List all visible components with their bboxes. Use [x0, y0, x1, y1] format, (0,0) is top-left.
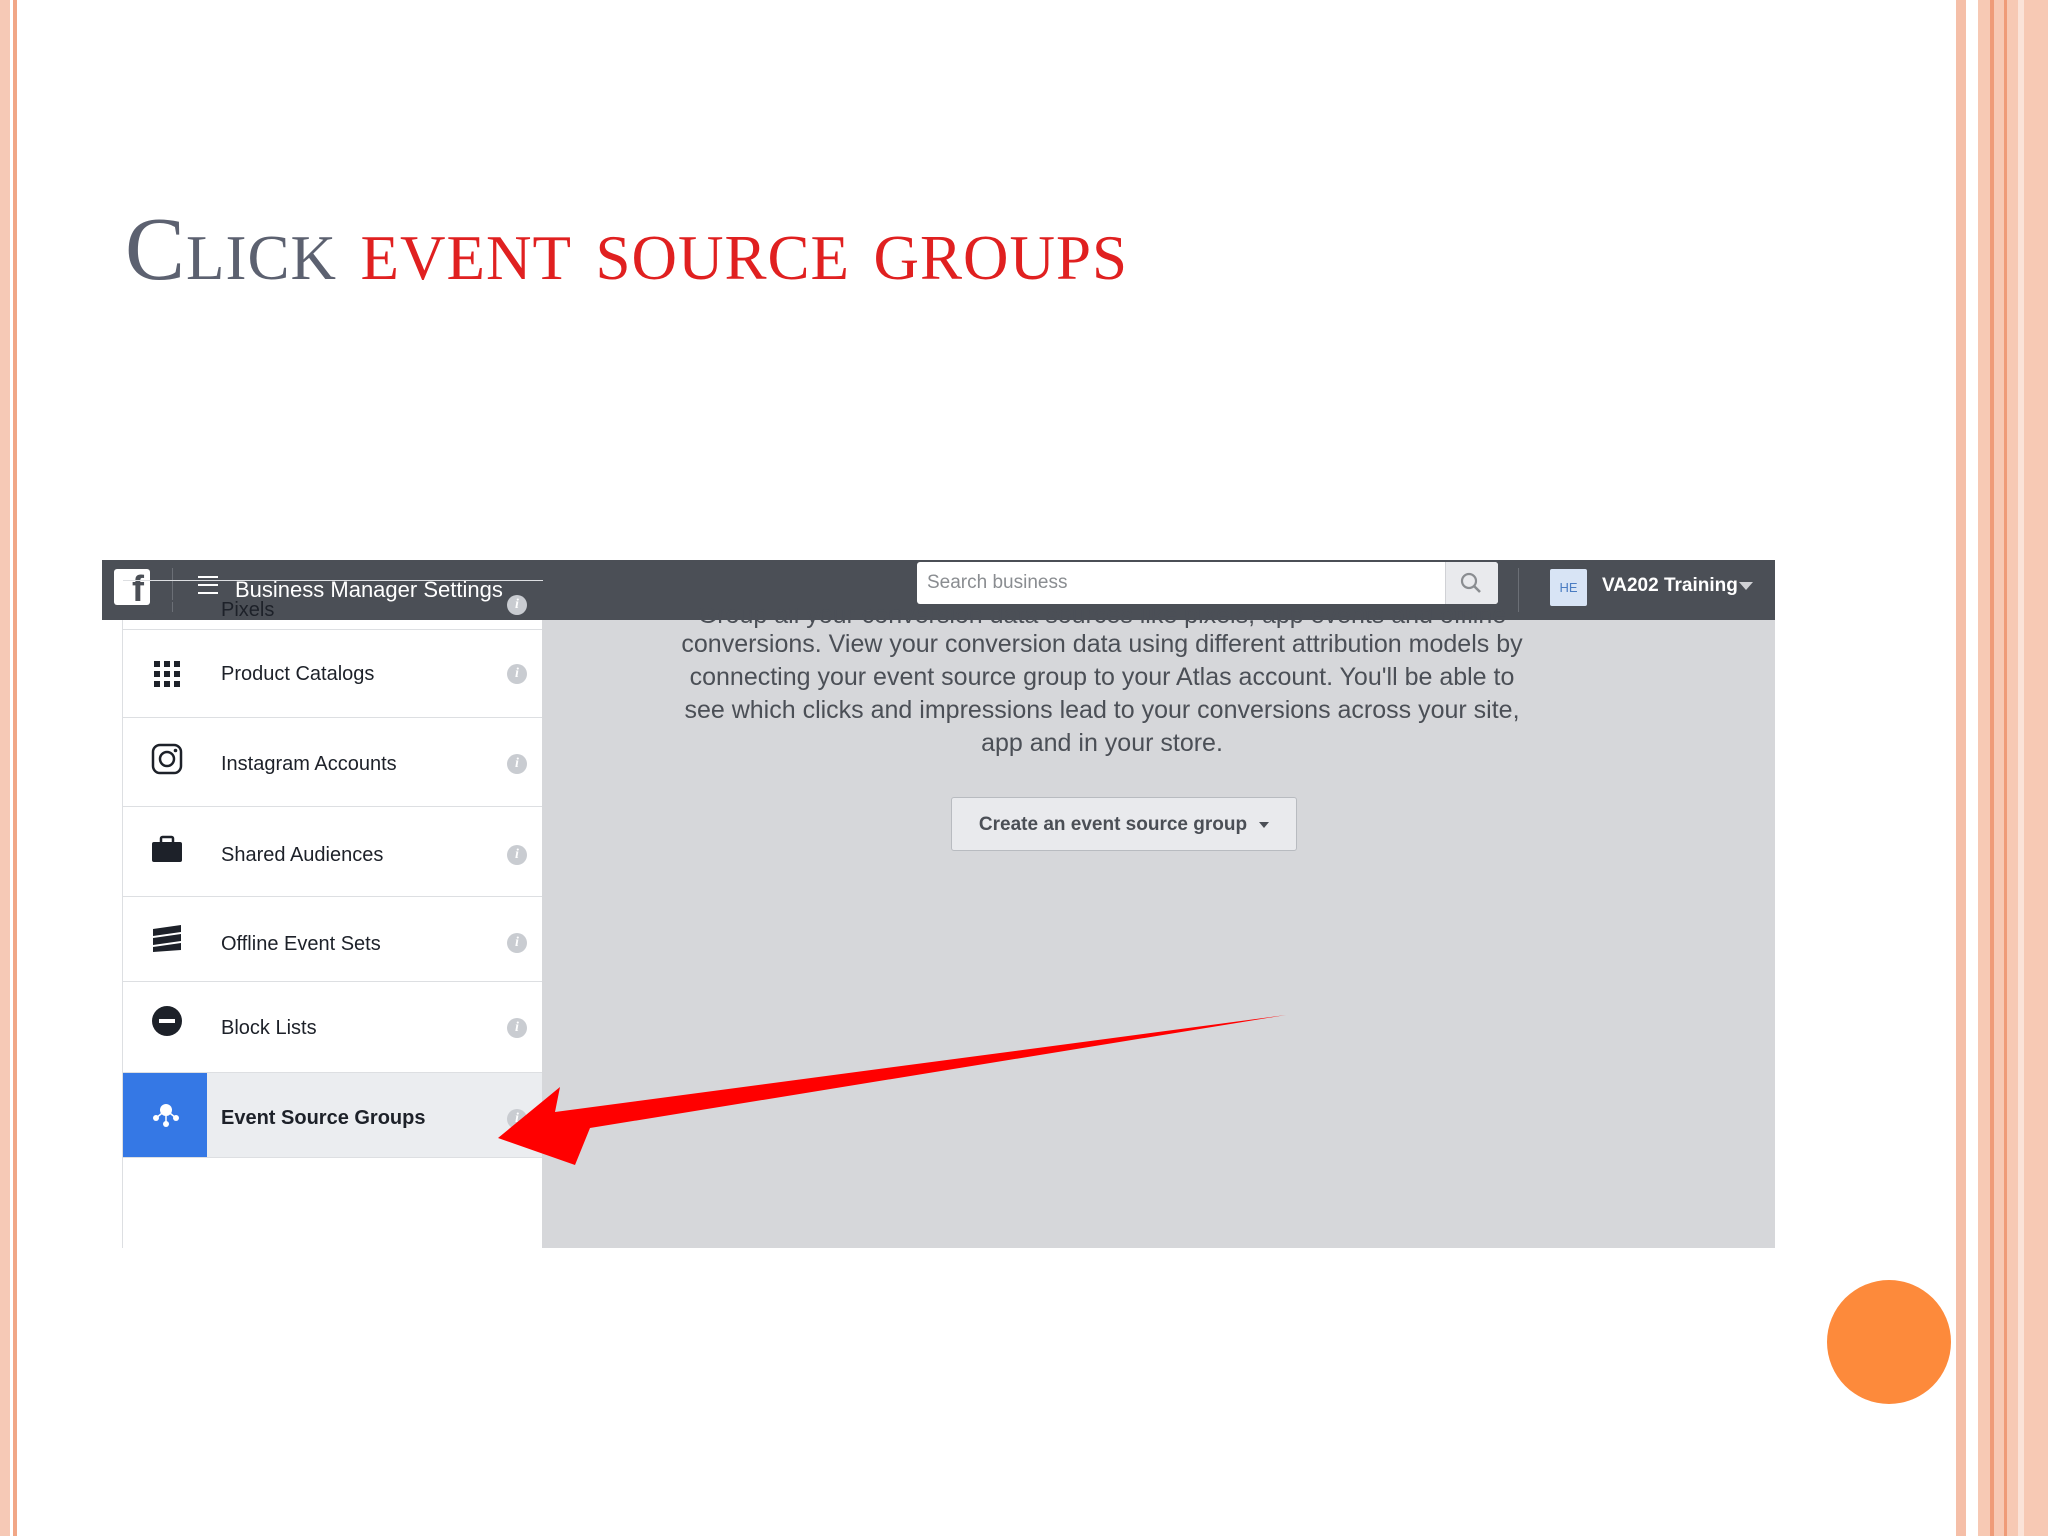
create-button-label: Create an event source group — [978, 814, 1248, 835]
info-icon[interactable]: i — [507, 1109, 527, 1129]
sidebar-item-label: Shared Audiences — [221, 844, 384, 866]
info-icon[interactable]: i — [507, 595, 527, 615]
sidebar-item-label: Offline Event Sets — [221, 933, 381, 955]
sidebar-item-label: Block Lists — [221, 1017, 317, 1039]
sidebar-item-label: Event Source Groups — [221, 1107, 426, 1129]
settings-sidebar: Pixels i Product Catalogs i Instagram Ac… — [122, 580, 543, 1248]
slide-title-prefix: Click — [125, 200, 338, 299]
account-name[interactable]: VA202 Training — [1602, 575, 1738, 597]
block-icon — [152, 1006, 182, 1036]
slide-right-border — [1956, 0, 2048, 1536]
sidebar-item-shared-audiences[interactable]: Shared Audiences i — [123, 806, 543, 897]
sidebar-item-product-catalogs[interactable]: Product Catalogs i — [123, 629, 543, 718]
search-button[interactable] — [1445, 562, 1498, 604]
sidebar-item-event-source-groups[interactable]: Event Source Groups i — [123, 1072, 543, 1158]
account-avatar[interactable]: HE — [1550, 569, 1587, 606]
description-line: conversions. View your conversion data u… — [681, 630, 1523, 658]
sidebar-item-label: Product Catalogs — [221, 663, 375, 685]
info-icon[interactable]: i — [507, 845, 527, 865]
info-icon[interactable]: i — [507, 754, 527, 774]
sidebar-item-offline-event-sets[interactable]: Offline Event Sets i — [123, 896, 543, 982]
search-input[interactable] — [917, 562, 1437, 604]
slide-title: Click event source groups — [125, 205, 1128, 295]
main-content-panel: Group all your conversion data sources l… — [542, 608, 1775, 1248]
slide-left-border — [0, 0, 24, 1536]
caret-down-icon — [1259, 821, 1270, 828]
description-line: app and in your store. — [981, 729, 1223, 757]
grid-icon — [154, 661, 180, 687]
search-box — [917, 562, 1498, 604]
search-icon — [1460, 572, 1481, 593]
stack-icon — [153, 925, 181, 952]
screenshot-frame: f Business Manager Settings HE VA202 Tra… — [102, 560, 1775, 1248]
chevron-down-icon[interactable] — [1739, 582, 1753, 590]
event-source-description: Group all your conversion data sources l… — [672, 608, 1532, 760]
info-icon[interactable]: i — [507, 1018, 527, 1038]
description-line: connecting your event source group to yo… — [689, 663, 1515, 691]
sidebar-item-label: Instagram Accounts — [221, 753, 397, 775]
slide-title-highlight: event source groups — [337, 200, 1129, 299]
sidebar-item-block-lists[interactable]: Block Lists i — [123, 981, 543, 1073]
description-line: Group all your conversion data sources l… — [697, 608, 1507, 628]
decorative-orange-circle — [1827, 1280, 1951, 1404]
event-source-icon — [153, 1104, 179, 1127]
info-icon[interactable]: i — [507, 664, 527, 684]
divider — [1518, 568, 1519, 612]
create-event-source-group-button[interactable]: Create an event source group — [951, 797, 1297, 851]
active-indicator — [123, 1073, 207, 1157]
instagram-icon — [151, 743, 183, 775]
description-line: see which clicks and impressions lead to… — [684, 696, 1520, 724]
sidebar-item-label: Pixels — [221, 599, 275, 621]
briefcase-icon — [152, 835, 182, 862]
pixel-icon — [153, 600, 181, 616]
info-icon[interactable]: i — [507, 933, 527, 953]
sidebar-item-pixels[interactable]: Pixels i — [123, 580, 543, 630]
sidebar-item-instagram-accounts[interactable]: Instagram Accounts i — [123, 717, 543, 807]
